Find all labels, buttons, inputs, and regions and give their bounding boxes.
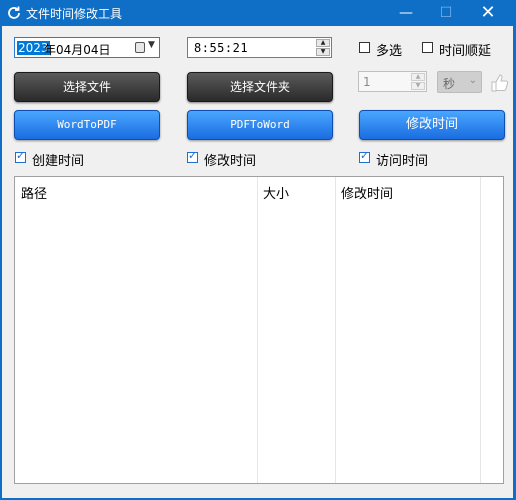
- close-button[interactable]: ✕: [466, 0, 510, 26]
- spin-down-icon[interactable]: ▼: [411, 82, 425, 90]
- file-list[interactable]: 路径 大小 修改时间: [14, 176, 504, 484]
- created-time-checkbox[interactable]: 创建时间: [15, 149, 95, 169]
- modify-time-button[interactable]: 修改时间: [359, 110, 505, 140]
- modified-time-checkbox[interactable]: 修改时间: [187, 149, 267, 169]
- refresh-icon: [8, 6, 20, 19]
- offset-value[interactable]: 1: [363, 75, 371, 89]
- created-time-label: 创建时间: [32, 154, 85, 169]
- pdf-to-word-button[interactable]: PDFToWord: [187, 110, 333, 140]
- column-header-size[interactable]: 大小: [263, 183, 289, 202]
- date-picker[interactable]: 2023 年04月04日 ▼: [14, 37, 160, 58]
- chevron-down-icon: ⌄: [468, 75, 477, 86]
- column-divider[interactable]: [335, 177, 336, 483]
- checkbox-box[interactable]: [422, 42, 433, 53]
- client-area: 2023 年04月04日 ▼ 8:55:21 ▲ ▼ 多选 时间顺延 选择文件 …: [2, 26, 513, 498]
- maximize-button[interactable]: ☐: [424, 0, 468, 26]
- spin-up-icon[interactable]: ▲: [411, 73, 425, 81]
- time-spinner[interactable]: ▲ ▼: [316, 39, 330, 56]
- spin-up-icon[interactable]: ▲: [316, 39, 330, 47]
- minimize-button[interactable]: —: [384, 0, 428, 26]
- select-file-button[interactable]: 选择文件: [14, 72, 160, 102]
- accessed-time-checkbox[interactable]: 访问时间: [359, 149, 439, 169]
- word-to-pdf-button[interactable]: WordToPDF: [14, 110, 160, 140]
- app-window: 文件时间修改工具 — ☐ ✕ 2023 年04月04日 ▼ 8:55:21 ▲ …: [0, 0, 516, 500]
- column-header-modified[interactable]: 修改时间: [341, 183, 393, 202]
- time-order-label: 时间顺延: [439, 44, 492, 59]
- column-divider[interactable]: [257, 177, 258, 483]
- time-value[interactable]: 8:55:21: [194, 41, 248, 55]
- multi-select-label: 多选: [376, 44, 403, 59]
- calendar-icon[interactable]: [135, 42, 145, 53]
- offset-stepper[interactable]: 1 ▲ ▼: [358, 71, 427, 92]
- chevron-down-icon[interactable]: ▼: [148, 40, 155, 50]
- modified-time-label: 修改时间: [204, 154, 257, 169]
- checkbox-box[interactable]: [187, 149, 198, 163]
- checkbox-box[interactable]: [359, 42, 370, 53]
- thumbs-up-icon[interactable]: [489, 72, 511, 94]
- date-rest-segment[interactable]: 年04月04日: [44, 41, 111, 58]
- column-header-path[interactable]: 路径: [21, 183, 47, 202]
- unit-select[interactable]: 秒 ⌄: [437, 71, 482, 93]
- offset-spinner[interactable]: ▲ ▼: [411, 73, 425, 90]
- window-title: 文件时间修改工具: [26, 7, 123, 21]
- select-folder-button[interactable]: 选择文件夹: [187, 72, 333, 102]
- time-picker[interactable]: 8:55:21 ▲ ▼: [187, 37, 332, 58]
- checkbox-box[interactable]: [359, 149, 370, 163]
- unit-value: 秒: [443, 77, 456, 91]
- time-order-checkbox[interactable]: 时间顺延: [422, 41, 502, 59]
- multi-select-checkbox[interactable]: 多选: [359, 41, 419, 59]
- checkbox-box[interactable]: [15, 149, 26, 163]
- accessed-time-label: 访问时间: [376, 154, 429, 169]
- column-divider[interactable]: [480, 177, 481, 483]
- spin-down-icon[interactable]: ▼: [316, 48, 330, 56]
- title-bar: 文件时间修改工具 — ☐ ✕: [0, 0, 516, 26]
